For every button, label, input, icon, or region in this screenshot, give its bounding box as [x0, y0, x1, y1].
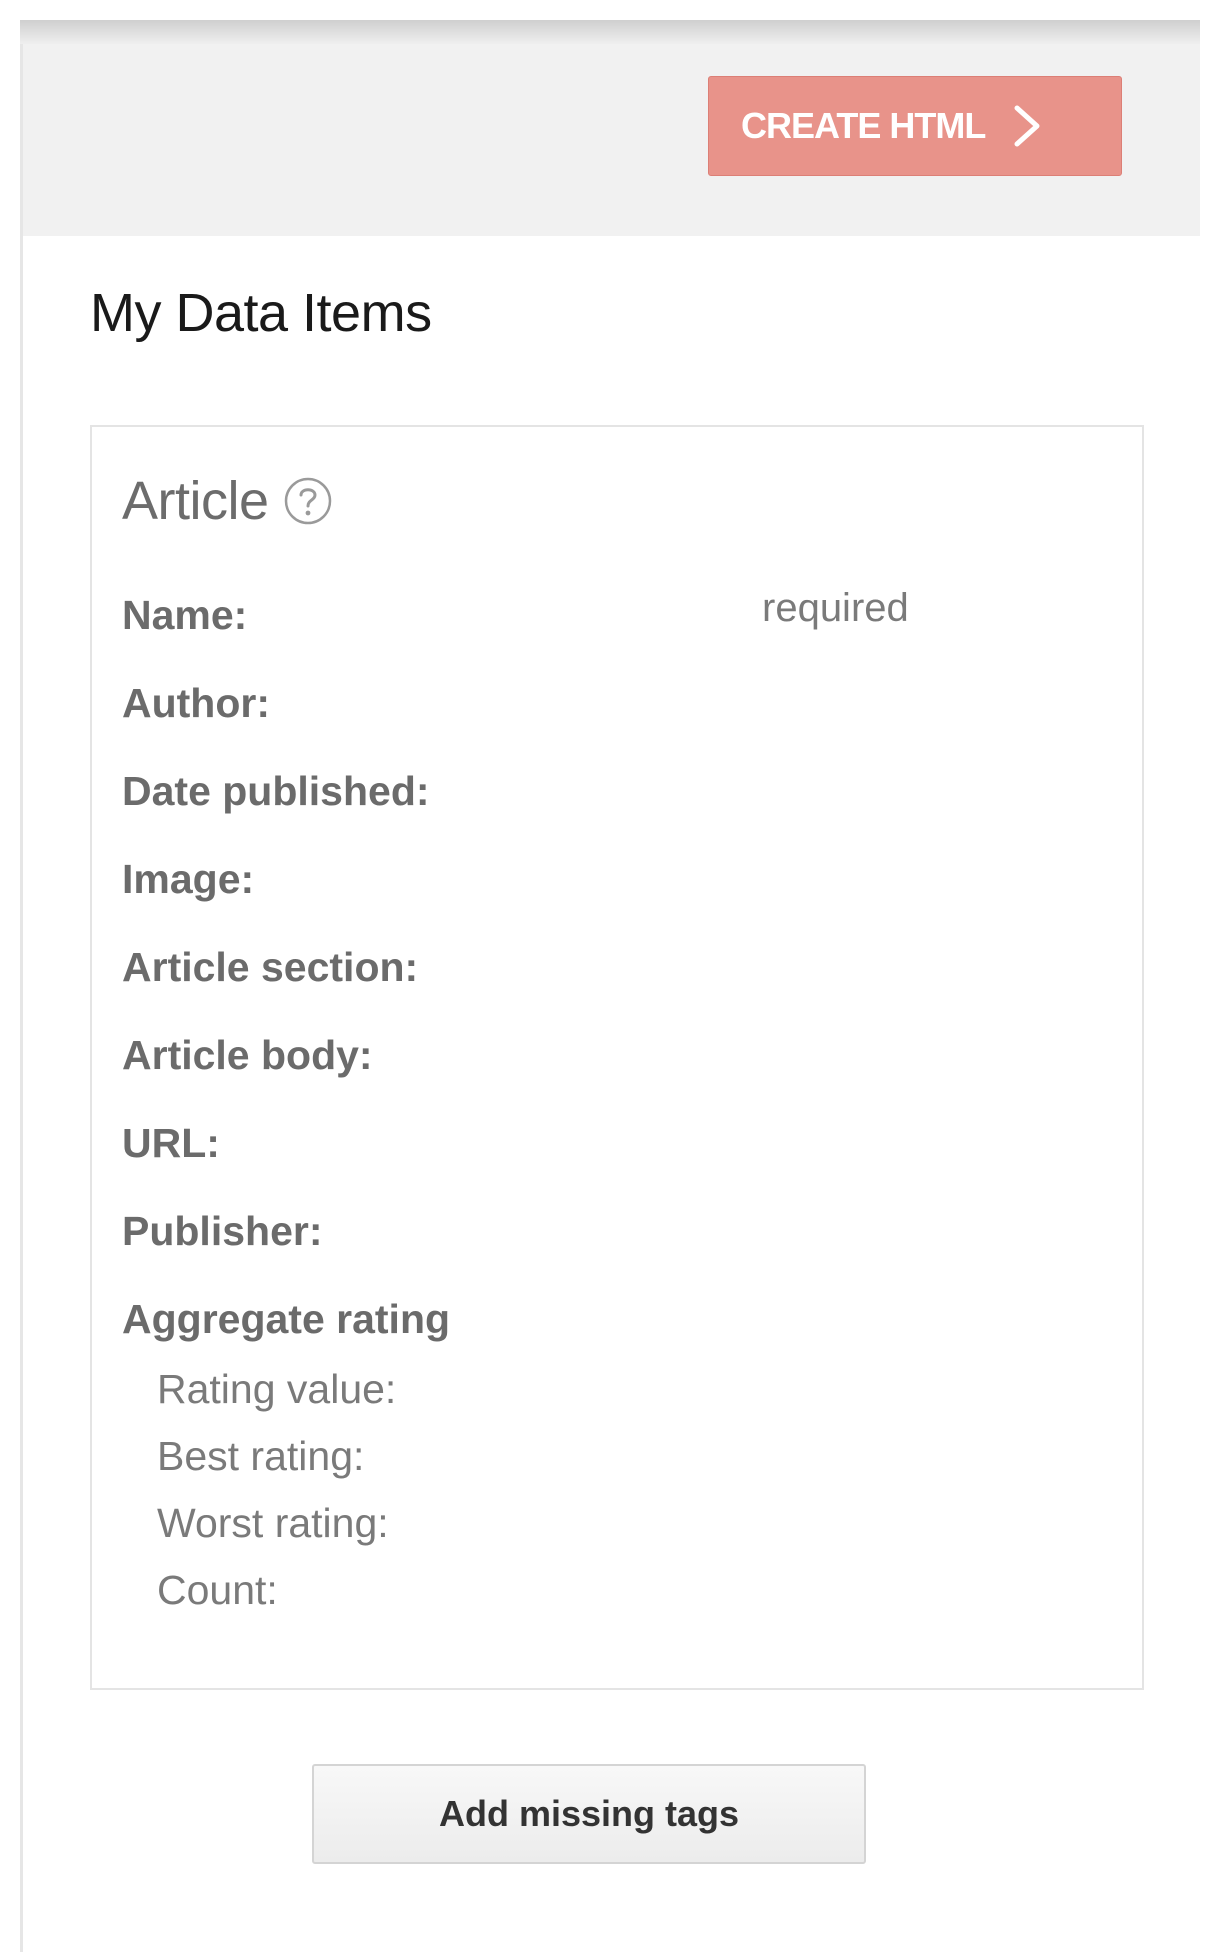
create-html-button-label: CREATE HTML [741, 105, 986, 146]
item-type-title: Article [122, 470, 333, 532]
field-author-label: Author: [122, 680, 271, 726]
field-count-label: Count: [157, 1567, 278, 1613]
page-title: My Data Items [90, 283, 432, 343]
add-missing-tags-button[interactable]: Add missing tags [312, 1764, 866, 1864]
field-url-label: URL: [122, 1120, 220, 1166]
field-article-section-label: Article section: [122, 944, 419, 990]
field-aggregate-rating-label: Aggregate rating [122, 1296, 451, 1342]
required-note: required [762, 586, 909, 630]
panel-top-shadow [20, 20, 1200, 44]
field-rating-value-label: Rating value: [157, 1366, 397, 1412]
field-name-label: Name: [122, 592, 248, 638]
create-html-button[interactable]: CREATE HTML [708, 76, 1122, 176]
question-circle-icon[interactable] [283, 476, 333, 526]
chevron-right-icon [1014, 105, 1040, 147]
item-type-label: Article [122, 471, 269, 531]
field-best-rating-label: Best rating: [157, 1433, 365, 1479]
field-date-published-label: Date published: [122, 768, 430, 814]
field-image-label: Image: [122, 856, 255, 902]
field-article-body-label: Article body: [122, 1032, 373, 1078]
field-worst-rating-label: Worst rating: [157, 1500, 389, 1546]
field-publisher-label: Publisher: [122, 1208, 323, 1254]
